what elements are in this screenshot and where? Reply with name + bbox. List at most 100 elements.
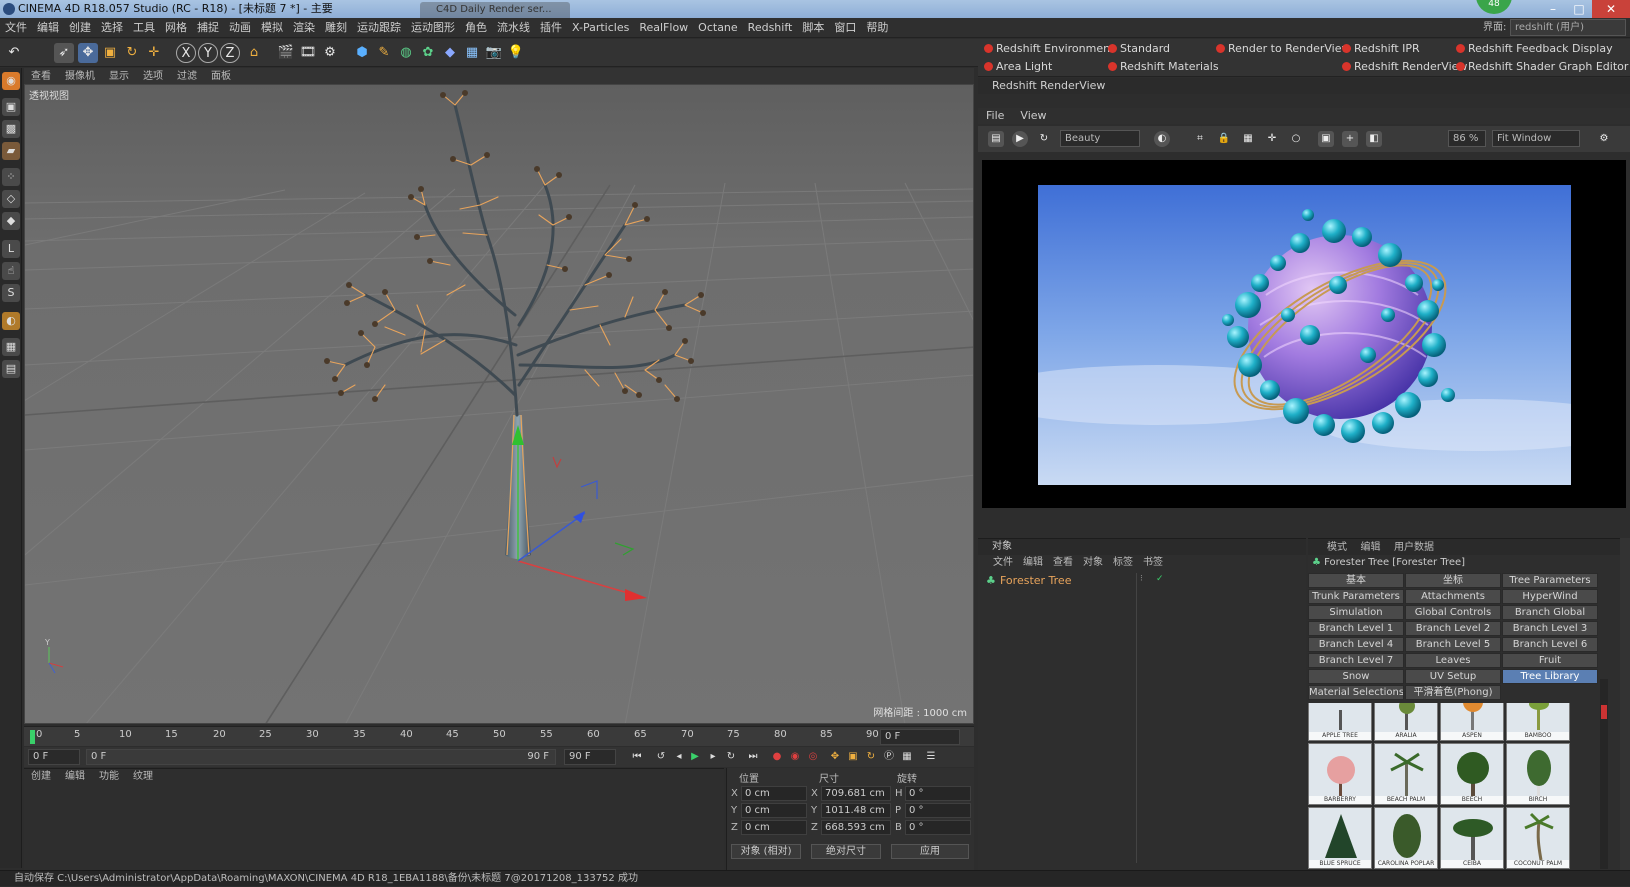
enabled-check-icon[interactable]: ✓ <box>1156 574 1164 584</box>
light-icon[interactable]: 💡 <box>506 43 526 63</box>
tab-hyperwind[interactable]: HyperWind <box>1502 589 1598 604</box>
axis-mode-icon[interactable]: L <box>2 240 20 258</box>
menu-item[interactable]: RealFlow <box>634 18 693 38</box>
x-axis-icon[interactable]: X <box>176 43 196 63</box>
object-menu-objects[interactable]: 对象 <box>1078 555 1108 571</box>
tab-attachments[interactable]: Attachments <box>1405 589 1501 604</box>
edges-mode-icon[interactable]: ◇ <box>2 190 20 208</box>
z-axis-icon[interactable]: Z <box>220 43 240 63</box>
standard-button[interactable]: Standard <box>1106 41 1170 57</box>
tab-tree-library[interactable]: Tree Library <box>1502 669 1598 684</box>
tab-branch-level-3[interactable]: Branch Level 3 <box>1502 621 1598 636</box>
polygons-mode-icon[interactable]: ◆ <box>2 212 20 230</box>
floor-icon[interactable]: ▦ <box>462 43 482 63</box>
library-item[interactable]: BIRCH <box>1506 743 1570 805</box>
tab-leaves[interactable]: Leaves <box>1405 653 1501 668</box>
scale-icon[interactable]: ▣ <box>100 43 120 63</box>
menu-item[interactable]: 运动图形 <box>406 18 460 38</box>
cloner-icon[interactable]: ✿ <box>418 43 438 63</box>
grid-icon[interactable]: ▦ <box>1240 131 1256 147</box>
workplane-icon[interactable]: ▰ <box>2 142 20 160</box>
key-rotation-icon[interactable]: ↻ <box>864 750 878 764</box>
settings-gear-icon[interactable]: ⚙ <box>1596 131 1612 147</box>
start-frame-field[interactable]: 0 F <box>28 749 80 765</box>
y-axis-icon[interactable]: Y <box>198 43 218 63</box>
key-position-icon[interactable]: ✥ <box>828 750 842 764</box>
play-icon[interactable]: ▶ <box>688 750 702 764</box>
menu-item[interactable]: 模拟 <box>256 18 288 38</box>
planar-icon[interactable]: ▤ <box>2 360 20 378</box>
lock-workplane-icon[interactable]: ◐ <box>2 312 20 330</box>
focus-icon[interactable]: ✛ <box>1264 131 1280 147</box>
timeline-menu-icon[interactable]: ☰ <box>924 750 938 764</box>
keyframe-selection-icon[interactable]: ◎ <box>806 750 820 764</box>
tab-tree-parameters[interactable]: Tree Parameters <box>1502 573 1598 588</box>
previous-frame-icon[interactable]: ◂ <box>672 750 686 764</box>
library-item[interactable]: APPLE TREE <box>1308 703 1372 741</box>
menu-item[interactable]: 流水线 <box>492 18 535 38</box>
move-icon[interactable]: ✥ <box>78 43 98 63</box>
tab-branch-level-7[interactable]: Branch Level 7 <box>1308 653 1404 668</box>
redshift-environment-button[interactable]: Redshift Environment <box>982 41 1114 57</box>
crop-icon[interactable]: ⌗ <box>1192 131 1208 147</box>
object-name[interactable]: Forester Tree <box>1000 574 1071 587</box>
render-picture-viewer-icon[interactable]: 🎞 <box>298 43 318 63</box>
tab-trunk-parameters[interactable]: Trunk Parameters <box>1308 589 1404 604</box>
tab-basic[interactable]: 基本 <box>1308 573 1404 588</box>
lock-icon[interactable]: 🔒 <box>1216 131 1232 147</box>
tab-fruit[interactable]: Fruit <box>1502 653 1598 668</box>
redshift-feedback-display-button[interactable]: Redshift Feedback Display <box>1454 41 1613 57</box>
timeline-playhead[interactable] <box>30 730 35 744</box>
object-menu-bookmarks[interactable]: 书签 <box>1138 555 1168 571</box>
previous-key-icon[interactable]: ↺ <box>654 750 668 764</box>
menu-item[interactable]: X-Particles <box>567 18 634 38</box>
coordinate-system-icon[interactable]: ⌂ <box>244 43 264 63</box>
rotation-b-field[interactable]: 0 ° <box>905 820 971 835</box>
tab-global-controls[interactable]: Global Controls <box>1405 605 1501 620</box>
material-menu-create[interactable]: 创建 <box>24 769 58 785</box>
subdivision-icon[interactable]: ◍ <box>396 43 416 63</box>
viewport-menu-display[interactable]: 显示 <box>102 69 136 85</box>
renderview-menu-file[interactable]: File <box>978 108 1012 124</box>
menu-item[interactable]: 选择 <box>96 18 128 38</box>
redshift-shader-graph-editor-button[interactable]: Redshift Shader Graph Editor <box>1454 59 1628 75</box>
tab-coord[interactable]: 坐标 <box>1405 573 1501 588</box>
attr-menu-userdata[interactable]: 用户数据 <box>1389 542 1439 553</box>
tweak-icon[interactable]: ☝ <box>2 262 20 280</box>
rotate-icon[interactable]: ↻ <box>122 43 142 63</box>
channel-icon[interactable]: ◐ <box>1154 131 1170 147</box>
interface-select[interactable]: redshift (用户) <box>1510 19 1626 36</box>
menu-item[interactable]: 网格 <box>160 18 192 38</box>
tab-branch-global[interactable]: Branch Global <box>1502 605 1598 620</box>
key-scale-icon[interactable]: ▣ <box>846 750 860 764</box>
visibility-dots-icon[interactable]: ⁝ <box>1140 574 1143 584</box>
library-item[interactable]: BAMBOO <box>1506 703 1570 741</box>
spline-pen-icon[interactable]: ✎ <box>374 43 394 63</box>
next-frame-icon[interactable]: ▸ <box>706 750 720 764</box>
library-item[interactable]: ASPEN <box>1440 703 1504 741</box>
size-z-field[interactable]: 668.593 cm <box>821 820 891 835</box>
size-y-field[interactable]: 1011.48 cm <box>821 803 891 818</box>
size-x-field[interactable]: 709.681 cm <box>821 786 891 801</box>
library-item[interactable]: CAROLINA POPLAR <box>1374 807 1438 869</box>
tab-phong[interactable]: 平滑着色(Phong) <box>1405 685 1501 700</box>
zoom-field[interactable]: 86 % <box>1448 130 1486 147</box>
tab-uv-setup[interactable]: UV Setup <box>1405 669 1501 684</box>
object-menu-view[interactable]: 查看 <box>1048 555 1078 571</box>
viewport-menu-options[interactable]: 选项 <box>136 69 170 85</box>
position-y-field[interactable]: 0 cm <box>741 803 807 818</box>
scroll-thumb[interactable] <box>1601 705 1607 719</box>
tab-branch-level-1[interactable]: Branch Level 1 <box>1308 621 1404 636</box>
menu-item[interactable]: 编辑 <box>32 18 64 38</box>
points-mode-icon[interactable]: ⁘ <box>2 168 20 186</box>
attr-menu-mode[interactable]: 模式 <box>1322 542 1352 553</box>
library-item[interactable]: COCONUT PALM <box>1506 807 1570 869</box>
renderview-menu-view[interactable]: View <box>1012 108 1054 124</box>
camera-icon[interactable]: 📷 <box>484 43 504 63</box>
menu-item[interactable]: 雕刻 <box>320 18 352 38</box>
tab-branch-level-4[interactable]: Branch Level 4 <box>1308 637 1404 652</box>
render-to-renderview-button[interactable]: Render to RenderView <box>1214 41 1350 57</box>
menu-item[interactable]: 捕捉 <box>192 18 224 38</box>
renderview-canvas[interactable] <box>982 160 1626 508</box>
menu-item[interactable]: 文件 <box>0 18 32 38</box>
